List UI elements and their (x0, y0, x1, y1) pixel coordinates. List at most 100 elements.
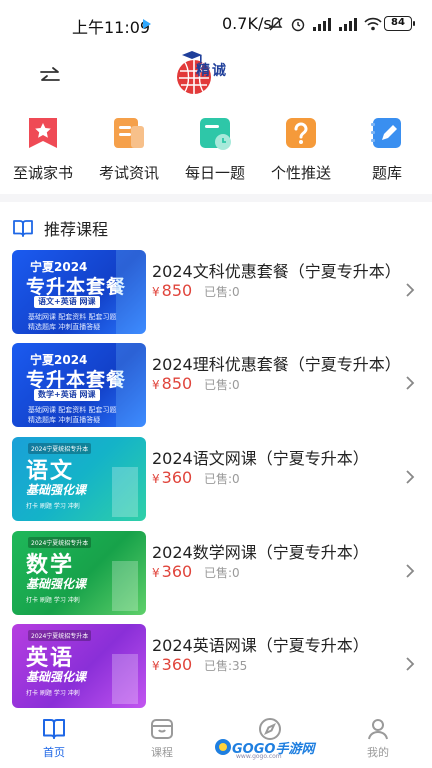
thumb-decoration (116, 250, 146, 334)
chevron-right-icon (406, 657, 415, 671)
tab-label: 我的 (367, 746, 389, 759)
quick-nav-label: 考试资讯 (98, 164, 159, 182)
calendar-clock-icon (200, 118, 231, 150)
quick-nav-label: 每日一题 (184, 164, 245, 182)
thumb-subtitle: 基础强化课 (26, 483, 87, 497)
quick-nav: 至诚家书 考试资讯 每日一题 个性推送 题库 (0, 110, 432, 186)
tab-home[interactable]: 首页 (24, 716, 84, 766)
currency-symbol: ¥ (152, 566, 160, 580)
section-title: 推荐课程 (44, 220, 109, 239)
course-thumbnail: 2024宁夏统招专升本 语文 基础强化课 打卡 刷题 学习 冲刺 (12, 437, 146, 521)
wifi-icon (364, 17, 382, 31)
chevron-right-icon (406, 564, 415, 578)
course-title: 2024文科优惠套餐（宁夏专升本） (152, 262, 401, 281)
chevron-right-icon (406, 376, 415, 390)
battery-indicator: 84 (384, 16, 415, 31)
currency-symbol: ¥ (152, 285, 160, 299)
tab-label: 课程 (151, 746, 173, 759)
sold-count: 已售:0 (204, 566, 240, 580)
thumb-features: 基础网课 配套资料 配套习题 (28, 406, 117, 414)
course-item[interactable]: 宁夏2024 专升本套餐 语文+英语 网课 基础网课 配套资料 配套习题 精选题… (12, 250, 422, 334)
course-item[interactable]: 2024宁夏统招专升本 英语 基础强化课 打卡 刷题 学习 冲刺 2024英语网… (12, 624, 422, 708)
course-price: ¥850 (152, 374, 192, 393)
course-price: ¥360 (152, 655, 192, 674)
price-value: 360 (161, 655, 193, 674)
status-bar: 上午11:09 0.7K/s 84 (0, 0, 432, 48)
signal-hd-icon (339, 18, 357, 31)
thumb-features: 精选题库 冲刺直播答疑 (28, 323, 101, 331)
app-screen: 上午11:09 0.7K/s 84 精诚 至诚家书 考试资讯 每日一题 个性推送… (0, 0, 432, 768)
course-thumbnail: 2024宁夏统招专升本 数学 基础强化课 打卡 刷题 学习 冲刺 (12, 531, 146, 615)
mute-bell-icon (269, 17, 283, 31)
quick-nav-item-personal-push[interactable]: 个性推送 (258, 110, 344, 186)
news-icon (114, 118, 144, 148)
question-icon (286, 118, 316, 148)
course-item[interactable]: 2024宁夏统招专升本 数学 基础强化课 打卡 刷题 学习 冲刺 2024数学网… (12, 531, 422, 615)
currency-symbol: ¥ (152, 659, 160, 673)
thumb-subtitle: 基础强化课 (26, 670, 87, 684)
price-value: 850 (161, 281, 193, 300)
price-value: 360 (161, 562, 193, 581)
quick-nav-label: 个性推送 (270, 164, 331, 182)
course-title: 2024数学网课（宁夏专升本） (152, 543, 369, 562)
sold-count: 已售:35 (204, 659, 248, 673)
quick-nav-item-daily-question[interactable]: 每日一题 (172, 110, 258, 186)
course-price: ¥850 (152, 281, 192, 300)
course-price: ¥360 (152, 562, 192, 581)
watermark-sub: www.gogo.com (236, 753, 282, 760)
book-open-icon (43, 719, 65, 739)
quick-nav-item-question-bank[interactable]: 题库 (344, 110, 430, 186)
thumb-decoration (112, 654, 138, 704)
edit-notebook-icon (371, 118, 401, 148)
quick-nav-label: 题库 (371, 164, 402, 182)
tab-label: 首页 (43, 746, 65, 759)
tab-courses[interactable]: 课程 (132, 716, 192, 766)
book-icon (13, 220, 33, 237)
currency-symbol: ¥ (152, 472, 160, 486)
thumb-pills: 打卡 刷题 学习 冲刺 (26, 503, 80, 510)
course-price: ¥360 (152, 468, 192, 487)
person-icon (368, 719, 388, 740)
course-item[interactable]: 宁夏2024 专升本套餐 数学+英语 网课 基础网课 配套资料 配套习题 精选题… (12, 343, 422, 427)
status-icons (268, 14, 382, 34)
watermark: GOGO手游网 www.gogo.com (214, 736, 314, 760)
sold-count: 已售:0 (204, 285, 240, 299)
course-title: 2024英语网课（宁夏专升本） (152, 636, 369, 655)
course-thumbnail: 宁夏2024 专升本套餐 数学+英语 网课 基础网课 配套资料 配套习题 精选题… (12, 343, 146, 427)
sold-count: 已售:0 (204, 472, 240, 486)
thumb-features: 精选题库 冲刺直播答疑 (28, 416, 101, 424)
course-title: 2024理科优惠套餐（宁夏专升本） (152, 355, 401, 374)
status-time: 上午11:09 (72, 18, 151, 37)
quick-nav-item-exam-news[interactable]: 考试资讯 (86, 110, 172, 186)
sold-count: 已售:0 (204, 378, 240, 392)
thumb-headline: 专升本套餐 (26, 369, 127, 391)
signal-icon (313, 18, 331, 31)
quick-nav-label: 至诚家书 (12, 164, 73, 182)
course-thumbnail: 2024宁夏统招专升本 英语 基础强化课 打卡 刷题 学习 冲刺 (12, 624, 146, 708)
thumb-subtitle: 基础强化课 (26, 577, 87, 591)
switch-arrows-icon[interactable] (38, 64, 62, 88)
course-box-icon (151, 719, 173, 739)
thumb-decoration (112, 467, 138, 517)
price-value: 850 (161, 374, 193, 393)
course-item[interactable]: 2024宁夏统招专升本 语文 基础强化课 打卡 刷题 学习 冲刺 2024语文网… (12, 437, 422, 521)
chevron-right-icon (406, 470, 415, 484)
logo-text: 精诚 (196, 63, 228, 79)
thumb-decoration (112, 561, 138, 611)
thumb-tag: 语文+英语 网课 (34, 296, 100, 308)
thumb-headline: 专升本套餐 (26, 276, 127, 298)
star-badge-icon (29, 118, 57, 148)
thumb-decoration (116, 343, 146, 427)
media-play-icon (143, 19, 151, 29)
network-speed: 0.7K/s (222, 14, 272, 33)
chevron-right-icon (406, 283, 415, 297)
course-title: 2024语文网课（宁夏专升本） (152, 449, 369, 468)
quick-nav-item-family-letter[interactable]: 至诚家书 (0, 110, 86, 186)
watermark-logo-icon (215, 739, 231, 755)
course-thumbnail: 宁夏2024 专升本套餐 语文+英语 网课 基础网课 配套资料 配套习题 精选题… (12, 250, 146, 334)
thumb-pills: 打卡 刷题 学习 冲刺 (26, 597, 80, 604)
tab-mine[interactable]: 我的 (348, 716, 408, 766)
price-value: 360 (161, 468, 193, 487)
section-header: 推荐课程 (12, 216, 108, 240)
thumb-tag: 数学+英语 网课 (34, 389, 100, 401)
